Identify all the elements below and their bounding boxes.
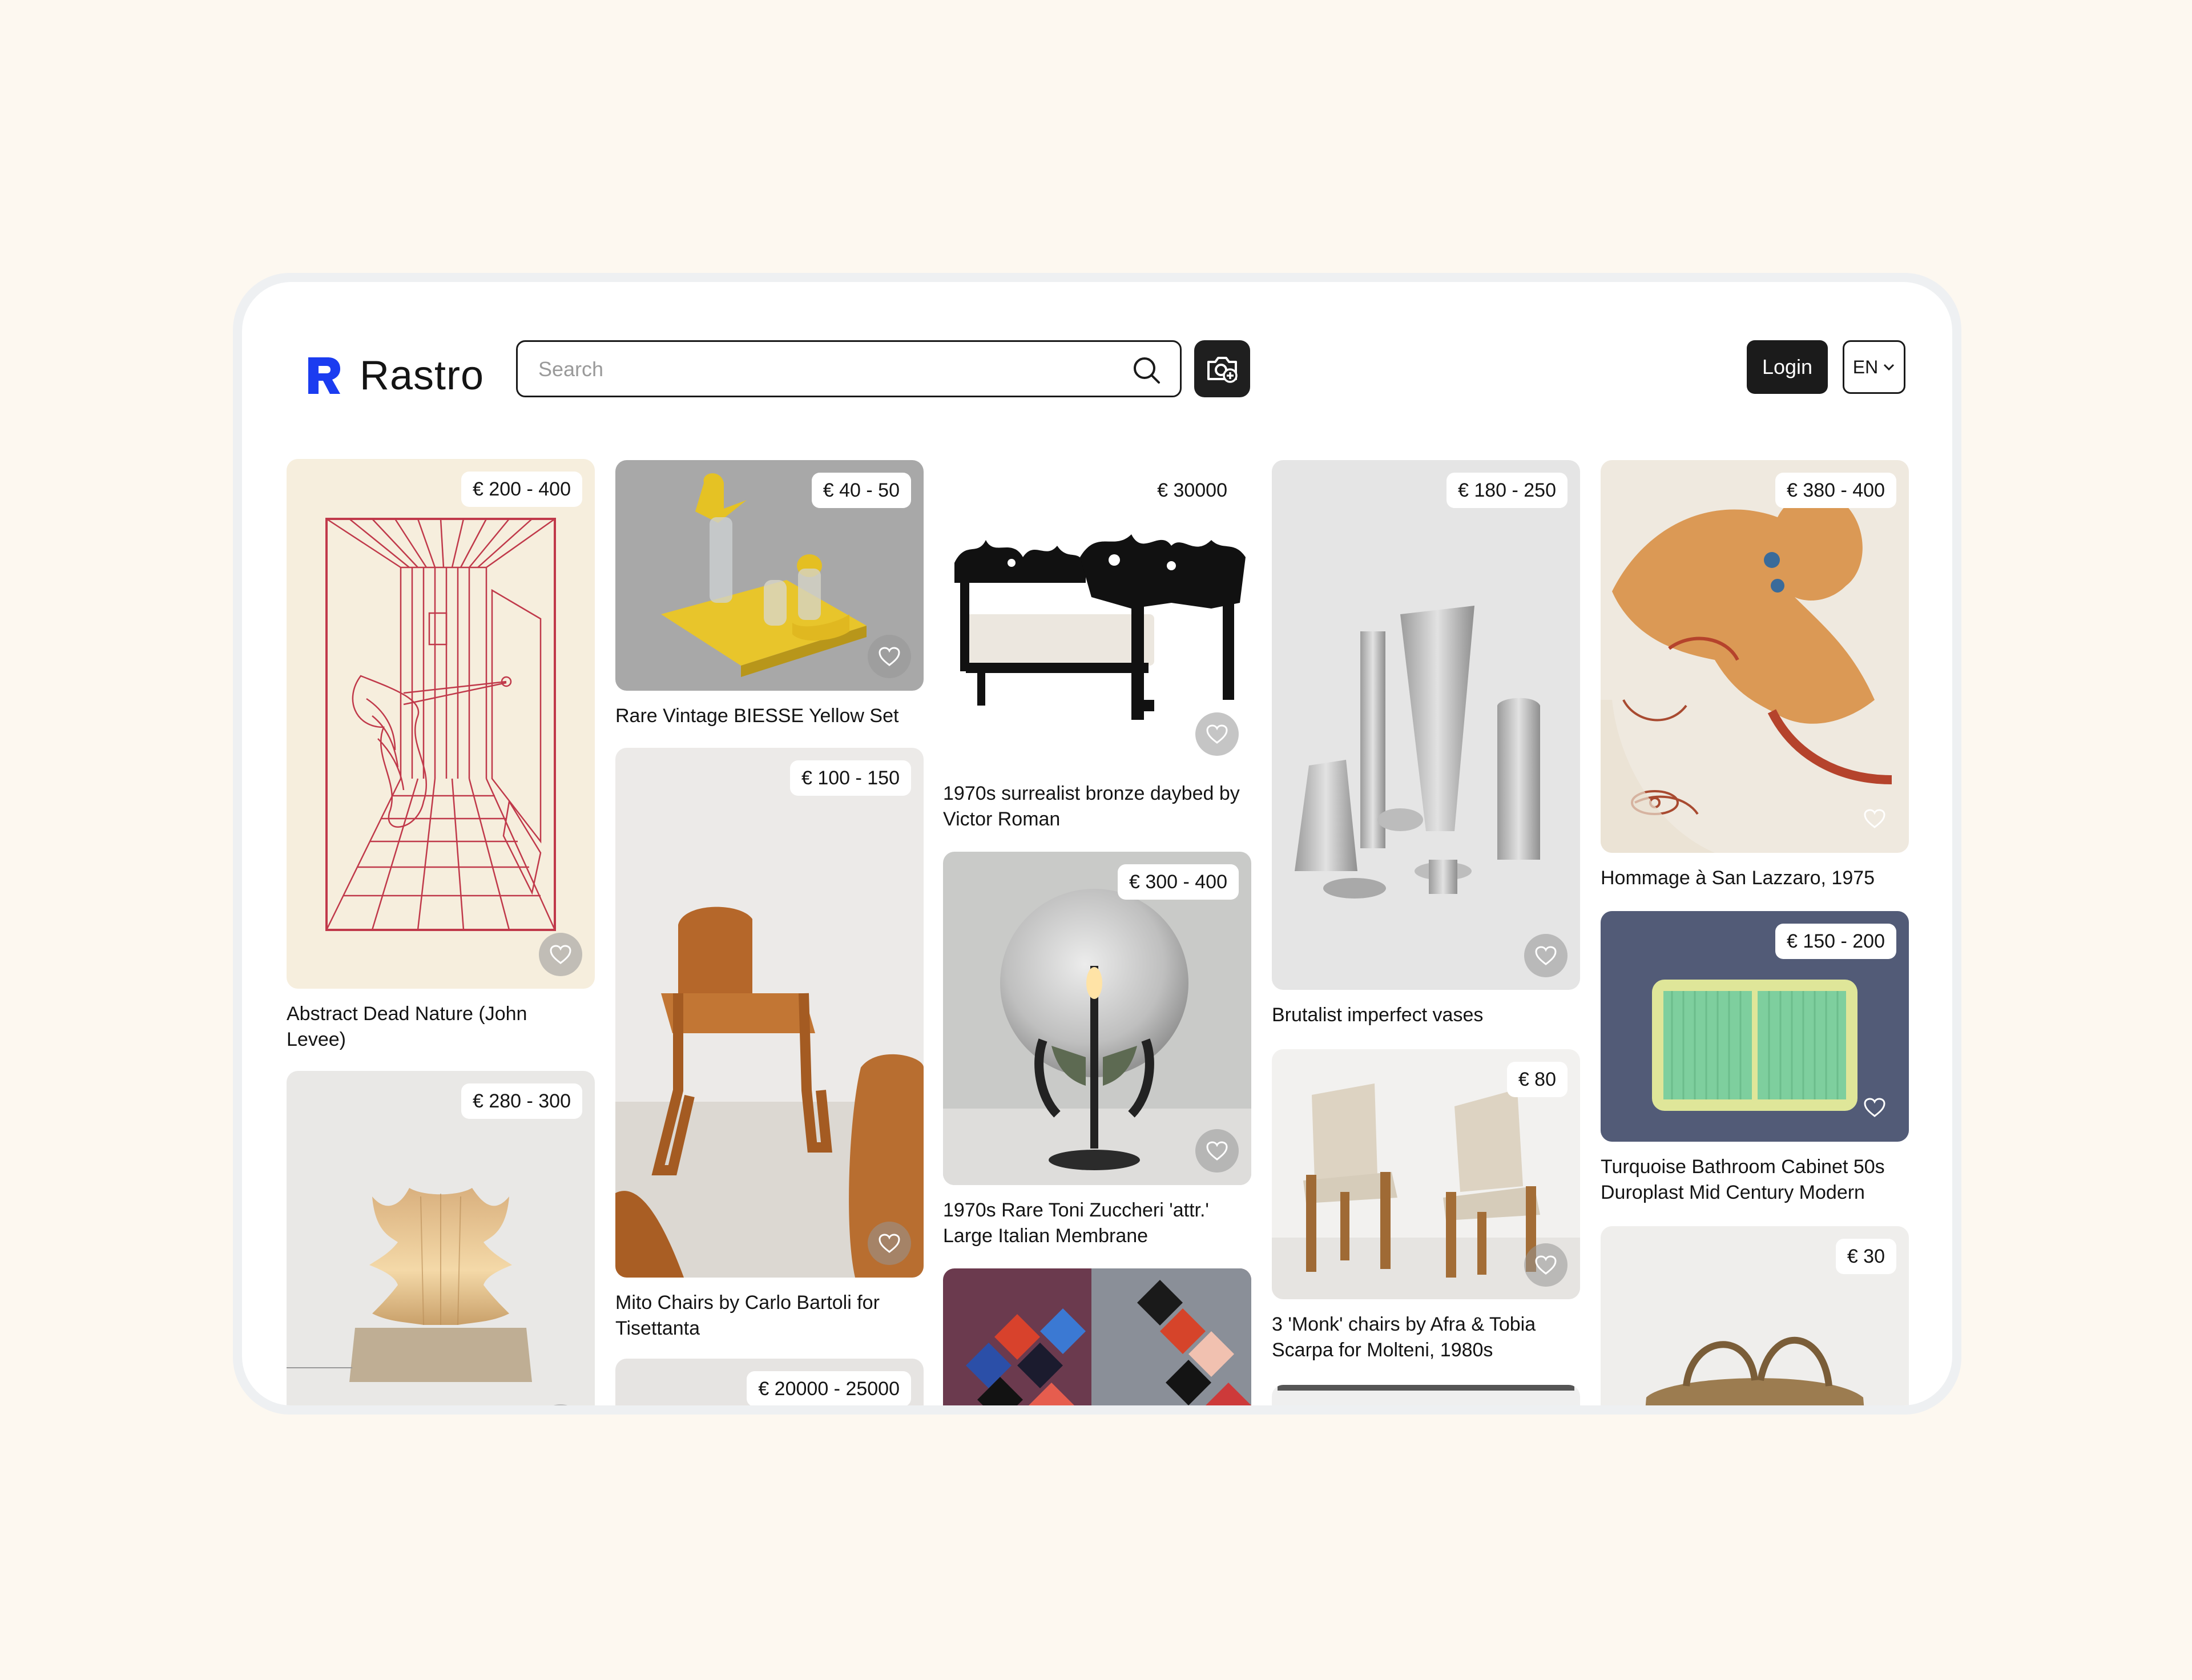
- language-label: EN: [1852, 356, 1879, 377]
- heart-icon: [1206, 724, 1228, 744]
- product-title[interactable]: 3 'Monk' chairs by Afra & Tobia Scarpa f…: [1272, 1312, 1569, 1363]
- product-card[interactable]: [1272, 1385, 1580, 1405]
- rastro-logo-icon: [308, 357, 340, 394]
- chevron-down-icon: [1884, 364, 1895, 371]
- heart-icon: [879, 647, 900, 666]
- heart-icon: [1535, 1255, 1557, 1275]
- product-title[interactable]: 1970s surrealist bronze daybed by Victor…: [943, 781, 1240, 832]
- product-card[interactable]: € 280 - 300: [287, 1071, 595, 1405]
- product-image[interactable]: [1272, 1385, 1580, 1405]
- product-photo: [1272, 1385, 1580, 1405]
- search-icon[interactable]: [1131, 354, 1163, 386]
- favorite-button[interactable]: [539, 933, 582, 976]
- product-image[interactable]: € 280 - 300: [287, 1071, 595, 1405]
- product-card[interactable]: € 150 - 200 Turquoise Bathroom Cabinet 5…: [1601, 911, 1909, 1206]
- brand-logo[interactable]: Rastro: [306, 355, 484, 396]
- favorite-button[interactable]: [1195, 1129, 1239, 1173]
- op-art-painting-photo: [943, 1268, 1251, 1405]
- favorite-button[interactable]: [868, 1222, 911, 1265]
- product-image[interactable]: € 180 - 250: [1272, 460, 1580, 990]
- heart-icon: [1206, 1141, 1228, 1161]
- brand-name: Rastro: [360, 353, 485, 398]
- product-card[interactable]: € 40 - 50 Rare Vintage BIESSE Yellow Set: [615, 460, 924, 729]
- price-badge: € 300 - 400: [1117, 864, 1239, 900]
- product-title[interactable]: Abstract Dead Nature (John Levee): [287, 1001, 583, 1053]
- heart-icon: [1535, 946, 1557, 965]
- product-card[interactable]: € 30000 1970s surrealist bronze daybed b…: [943, 460, 1251, 832]
- favorite-button[interactable]: [868, 635, 911, 678]
- product-card[interactable]: € 80 3 'Monk' chairs by Afra & Tobia Sca…: [1272, 1049, 1580, 1363]
- app-window: Rastro Login EN: [242, 282, 1952, 1405]
- price-badge: € 150 - 200: [1775, 924, 1896, 959]
- product-image[interactable]: [943, 1268, 1251, 1405]
- product-image[interactable]: € 380 - 400: [1601, 460, 1909, 853]
- lamp-photo: [287, 1071, 595, 1405]
- favorite-button[interactable]: [1853, 797, 1896, 840]
- favorite-button[interactable]: [1524, 934, 1568, 977]
- language-selector[interactable]: EN: [1843, 340, 1905, 394]
- product-title[interactable]: Rare Vintage BIESSE Yellow Set: [615, 703, 912, 729]
- price-badge: € 80: [1506, 1062, 1568, 1097]
- favorite-button[interactable]: [1195, 712, 1239, 756]
- price-badge: € 380 - 400: [1775, 473, 1896, 508]
- heart-icon: [1864, 809, 1885, 828]
- product-image[interactable]: € 30: [1601, 1226, 1909, 1405]
- product-image[interactable]: € 150 - 200: [1601, 911, 1909, 1142]
- product-image[interactable]: € 30000: [943, 460, 1251, 768]
- price-badge: € 30: [1835, 1239, 1896, 1274]
- product-card[interactable]: € 100 - 150 Mito Chairs by Carlo Bartoli…: [615, 748, 924, 1341]
- product-image[interactable]: € 40 - 50: [615, 460, 924, 691]
- price-badge: € 100 - 150: [789, 760, 911, 796]
- product-card[interactable]: € 380 - 400 Hommage à San Lazzaro, 1975: [1601, 460, 1909, 891]
- chairs-photo: [615, 748, 924, 1278]
- price-badge: € 40 - 50: [811, 473, 911, 508]
- product-image[interactable]: € 200 - 400: [287, 459, 595, 989]
- product-image[interactable]: € 80: [1272, 1049, 1580, 1299]
- price-badge: € 30000: [1146, 473, 1239, 508]
- device-frame: Rastro Login EN: [233, 273, 1961, 1415]
- product-title[interactable]: 1970s Rare Toni Zuccheri 'attr.' Large I…: [943, 1198, 1240, 1249]
- product-image[interactable]: € 300 - 400: [943, 852, 1251, 1185]
- search-box[interactable]: [516, 340, 1182, 397]
- product-card[interactable]: [943, 1268, 1251, 1405]
- price-badge: € 180 - 250: [1446, 473, 1568, 508]
- price-badge: € 20000 - 25000: [747, 1371, 911, 1405]
- product-card[interactable]: € 300 - 400 1970s Rare Toni Zuccheri 'at…: [943, 852, 1251, 1249]
- heart-icon: [879, 1234, 900, 1253]
- favorite-button[interactable]: [1853, 1086, 1896, 1129]
- search-input[interactable]: [537, 342, 1110, 397]
- painting-photo: [1601, 460, 1909, 853]
- favorite-button[interactable]: [1524, 1243, 1568, 1287]
- price-badge: € 280 - 300: [461, 1083, 582, 1119]
- product-card[interactable]: € 20000 - 25000: [615, 1359, 924, 1405]
- product-title[interactable]: Mito Chairs by Carlo Bartoli for Tisetta…: [615, 1290, 912, 1341]
- login-button[interactable]: Login: [1747, 340, 1828, 394]
- product-card[interactable]: € 200 - 400 Abstract Dead Nature (John L…: [287, 459, 595, 1053]
- heart-icon: [550, 945, 571, 964]
- vases-photo: [1272, 460, 1580, 990]
- image-search-button[interactable]: [1194, 340, 1250, 397]
- etching-artwork: [287, 459, 595, 989]
- product-title[interactable]: Turquoise Bathroom Cabinet 50s Duroplast…: [1601, 1154, 1897, 1206]
- product-card[interactable]: € 180 - 250 Brutalist imperfect vases: [1272, 460, 1580, 1028]
- product-title[interactable]: Hommage à San Lazzaro, 1975: [1601, 865, 1897, 891]
- product-title[interactable]: Brutalist imperfect vases: [1272, 1002, 1569, 1028]
- product-card[interactable]: € 30: [1601, 1226, 1909, 1405]
- camera-plus-icon: [1207, 357, 1238, 383]
- product-image[interactable]: € 20000 - 25000: [615, 1359, 924, 1405]
- product-image[interactable]: € 100 - 150: [615, 748, 924, 1278]
- heart-icon: [1864, 1098, 1885, 1117]
- price-badge: € 200 - 400: [461, 472, 582, 507]
